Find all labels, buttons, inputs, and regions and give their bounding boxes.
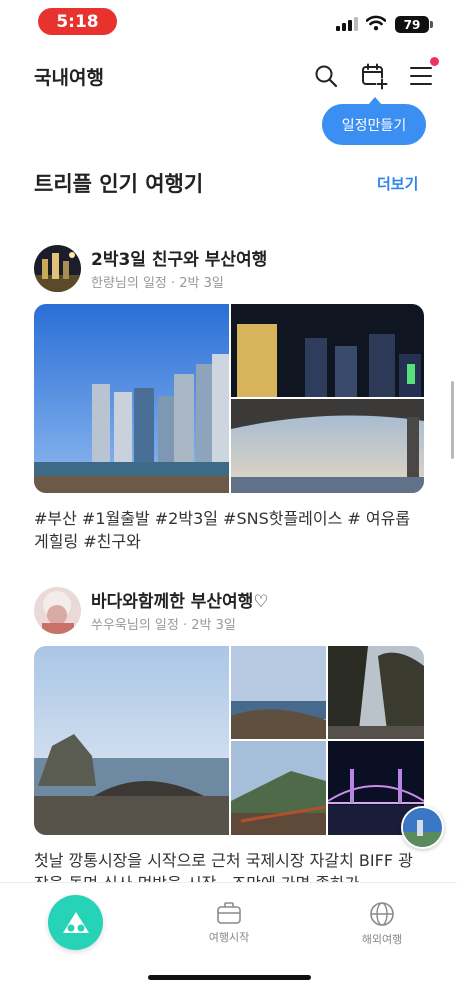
avatar[interactable]: [34, 587, 81, 634]
post-meta: 한량님의 일정 · 2박 3일: [91, 276, 224, 291]
page-title: 국내여행: [34, 67, 104, 89]
nav-label: 여행시작: [208, 931, 250, 944]
notification-badge: [430, 57, 439, 66]
photo-bottom-right[interactable]: [231, 399, 424, 493]
photo-main[interactable]: [34, 646, 229, 835]
triple-logo-icon: [62, 911, 89, 933]
search-icon: [315, 65, 338, 88]
photo-gallery[interactable]: [34, 646, 424, 835]
photo-top-right[interactable]: [231, 304, 424, 397]
post-meta: 쑤우욱님의 일정 · 2박 3일: [91, 618, 236, 633]
status-time: 5:18: [38, 8, 117, 35]
home-indicator: [148, 975, 311, 980]
section-title: 트리플 인기 여행기: [34, 172, 204, 196]
globe-icon: [370, 902, 394, 926]
suitcase-icon: [217, 902, 241, 924]
photo-gallery[interactable]: [34, 304, 424, 493]
photo-4[interactable]: [231, 741, 326, 835]
menu-button[interactable]: [407, 62, 435, 90]
search-button[interactable]: [312, 62, 340, 90]
post-title[interactable]: 바다와함께한 부산여행♡: [91, 587, 269, 612]
photo-2[interactable]: [231, 646, 326, 739]
scroll-indicator[interactable]: [451, 381, 454, 459]
menu-icon: [410, 67, 432, 85]
wifi-icon: [366, 15, 386, 31]
more-link[interactable]: 더보기: [377, 173, 418, 194]
avatar[interactable]: [34, 245, 81, 292]
post-card[interactable]: 2박3일 친구와 부산여행 한량님의 일정 · 2박 3일 #부산 #1월출발 …: [34, 245, 424, 555]
battery-indicator: 79: [395, 16, 433, 33]
floating-thumbnail[interactable]: [401, 806, 444, 849]
status-bar: 5:18 79: [0, 0, 457, 44]
create-schedule-tooltip[interactable]: 일정만들기: [322, 97, 426, 145]
post-card[interactable]: 바다와함께한 부산여행♡ 쑤우욱님의 일정 · 2박 3일 첫날 깡통시장을 시…: [34, 587, 424, 893]
signal-icon: [336, 17, 358, 31]
post-tags: #부산 #1월출발 #2박3일 #SNS핫플레이스 # 여유롭게힐링 #친구와: [34, 509, 411, 551]
photo-main[interactable]: [34, 304, 229, 493]
bottom-nav: 여행시작 해외여행: [0, 882, 457, 986]
nav-item-overseas[interactable]: 해외여행: [342, 901, 422, 947]
home-fab-button[interactable]: [48, 895, 103, 950]
photo-3[interactable]: [328, 646, 424, 739]
nav-item-travel-start[interactable]: 여행시작: [189, 901, 269, 945]
calendar-add-icon: [362, 63, 388, 90]
create-schedule-button[interactable]: [360, 62, 388, 90]
post-title[interactable]: 2박3일 친구와 부산여행: [91, 245, 267, 270]
nav-label: 해외여행: [361, 933, 403, 946]
